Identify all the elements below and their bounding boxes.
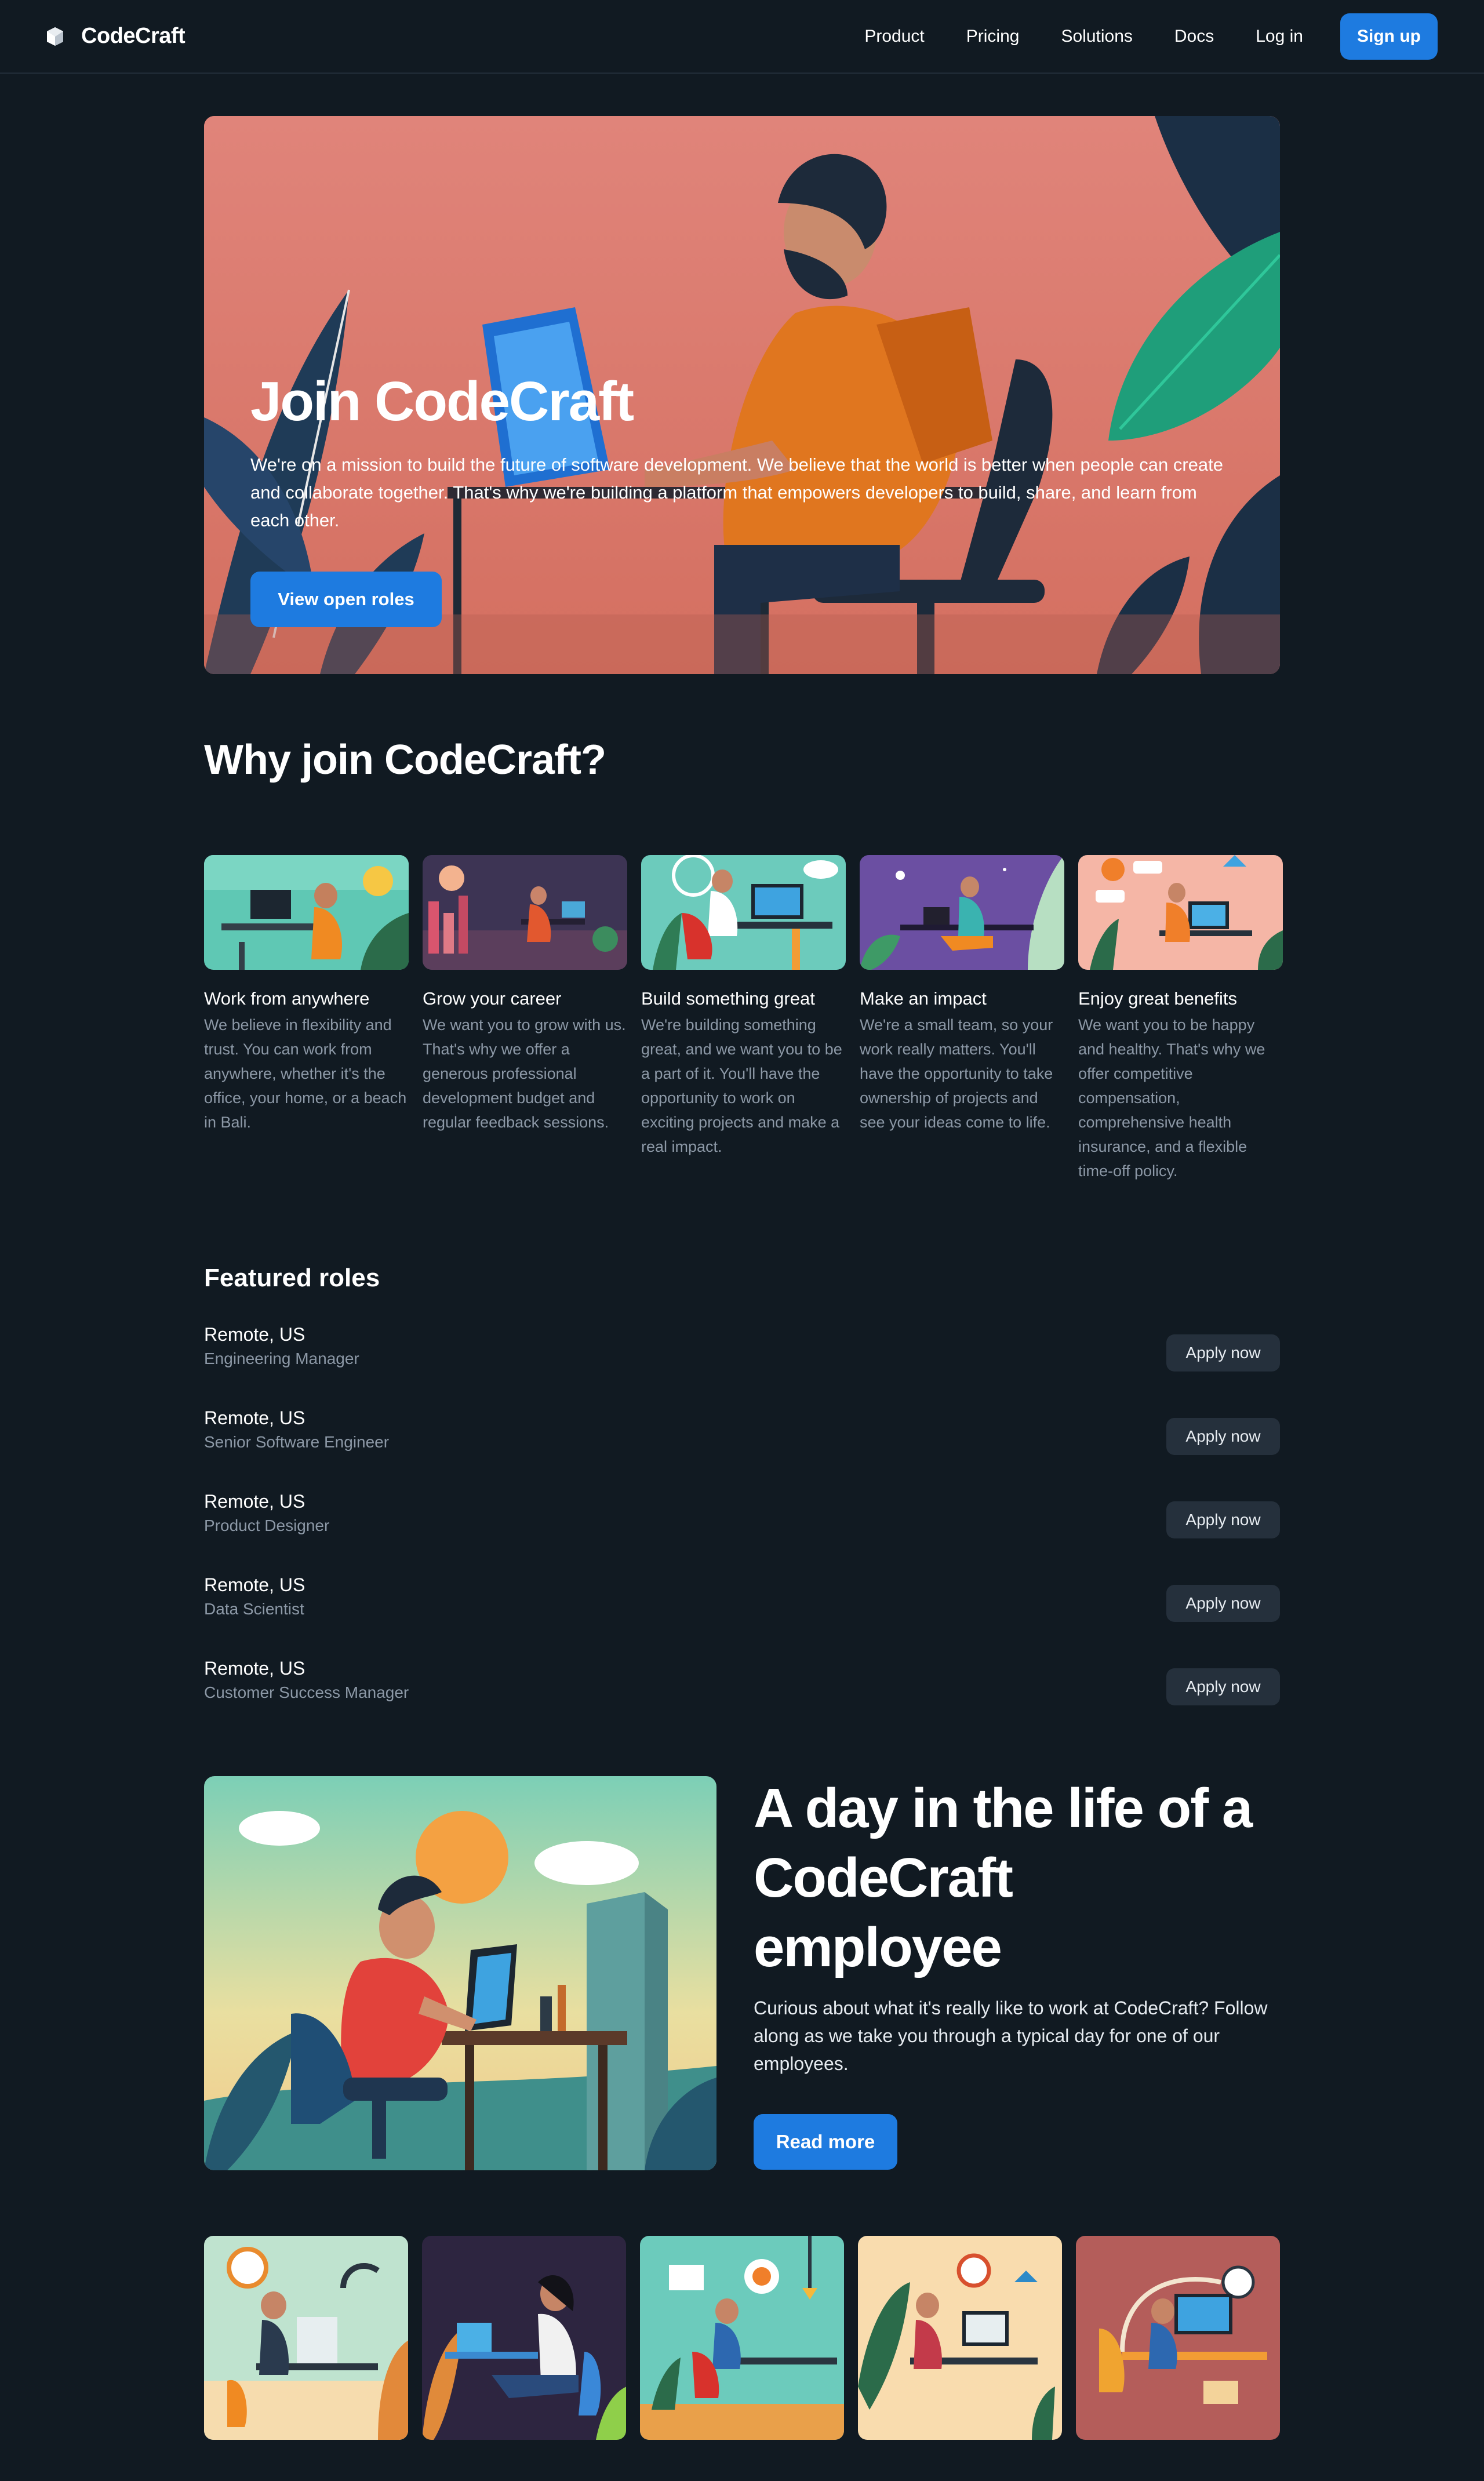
list-item: Remote, US Customer Success Manager Appl… <box>204 1656 1280 1739</box>
gallery-image <box>858 2236 1062 2440</box>
gallery-image <box>1076 2236 1280 2440</box>
grow-your-career-image <box>423 855 627 970</box>
featured-roles-heading: Featured roles <box>204 1264 380 1292</box>
brand-name: CodeCraft <box>81 24 186 48</box>
hero-description: We're on a mission to build the future o… <box>250 454 1223 530</box>
brand[interactable]: CodeCraft <box>46 24 186 49</box>
role-title: Senior Software Engineer <box>204 1433 390 1451</box>
list-item: Remote, US Senior Software Engineer Appl… <box>204 1405 1280 1489</box>
role-location: Remote, US <box>204 1574 305 1595</box>
gallery-image <box>640 2236 844 2440</box>
role-title: Product Designer <box>204 1516 330 1534</box>
view-open-roles-button[interactable]: View open roles <box>250 572 442 627</box>
benefit-card: Enjoy great benefits We want you to be h… <box>1078 855 1283 1183</box>
read-more-button[interactable]: Read more <box>754 2114 897 2170</box>
benefit-card: Build something great We're building som… <box>641 855 846 1183</box>
roles-list: Remote, US Engineering Manager Apply now… <box>204 1322 1280 1739</box>
signup-button[interactable]: Sign up <box>1340 13 1438 60</box>
hero-content: Join CodeCraft We're on a mission to bui… <box>250 371 1236 534</box>
card-text: We want you to grow with us. That's why … <box>423 1016 626 1131</box>
benefit-card: Make an impact We're a small team, so yo… <box>860 855 1064 1183</box>
apply-now-button[interactable]: Apply now <box>1166 1334 1280 1372</box>
apply-now-button[interactable]: Apply now <box>1166 1418 1280 1455</box>
gallery-image <box>204 2236 408 2440</box>
list-item: Remote, US Data Scientist Apply now <box>204 1572 1280 1656</box>
nav-link-product[interactable]: Product <box>864 27 924 46</box>
card-title: Make an impact <box>860 988 987 1009</box>
card-title: Work from anywhere <box>204 988 370 1009</box>
role-title: Engineering Manager <box>204 1349 359 1367</box>
hero-banner: Join CodeCraft We're on a mission to bui… <box>204 116 1280 674</box>
list-item: Remote, US Product Designer Apply now <box>204 1489 1280 1572</box>
role-location: Remote, US <box>204 1491 305 1512</box>
card-title: Grow your career <box>423 988 562 1009</box>
enjoy-great-benefits-image <box>1078 855 1283 970</box>
gallery-image <box>422 2236 626 2440</box>
list-item: Remote, US Engineering Manager Apply now <box>204 1322 1280 1405</box>
nav-link-login[interactable]: Log in <box>1256 27 1303 46</box>
role-location: Remote, US <box>204 1658 305 1679</box>
nav-links: Product Pricing Solutions Docs Log in <box>864 27 1303 46</box>
build-something-great-image <box>641 855 846 970</box>
cube-icon <box>47 27 63 46</box>
nav-link-solutions[interactable]: Solutions <box>1061 27 1132 46</box>
nav-link-docs[interactable]: Docs <box>1174 27 1214 46</box>
card-text: We believe in flexibility and trust. You… <box>204 1016 407 1131</box>
apply-now-button[interactable]: Apply now <box>1166 1585 1280 1622</box>
apply-now-button[interactable]: Apply now <box>1166 1668 1280 1705</box>
role-location: Remote, US <box>204 1324 305 1345</box>
card-text: We're a small team, so your work really … <box>860 1016 1053 1131</box>
make-an-impact-image <box>860 855 1064 970</box>
card-text: We're building something great, and we w… <box>641 1016 842 1155</box>
why-join-heading: Why join CodeCraft? <box>204 737 606 783</box>
hero-title: Join CodeCraft <box>250 370 634 432</box>
benefit-card: Grow your career We want you to grow wit… <box>423 855 627 1183</box>
top-navbar: CodeCraft Product Pricing Solutions Docs… <box>0 0 1484 74</box>
card-title: Enjoy great benefits <box>1078 988 1238 1009</box>
apply-now-button[interactable]: Apply now <box>1166 1501 1280 1538</box>
benefit-card: Work from anywhere We believe in flexibi… <box>204 855 409 1183</box>
benefit-cards: Work from anywhere We believe in flexibi… <box>204 855 1283 1183</box>
role-title: Customer Success Manager <box>204 1683 409 1701</box>
nav-link-pricing[interactable]: Pricing <box>966 27 1020 46</box>
work-from-anywhere-image <box>204 855 409 970</box>
role-location: Remote, US <box>204 1407 305 1428</box>
image-gallery <box>204 2236 1280 2440</box>
role-title: Data Scientist <box>204 1600 304 1618</box>
day-in-life-description: Curious about what it's really like to w… <box>754 1998 1268 2074</box>
day-in-life-heading: A day in the life of a CodeCraft employe… <box>754 1777 1253 1978</box>
day-in-life-image <box>204 1776 716 2170</box>
card-text: We want you to be happy and healthy. Tha… <box>1078 1016 1265 1180</box>
card-title: Build something great <box>641 988 815 1009</box>
